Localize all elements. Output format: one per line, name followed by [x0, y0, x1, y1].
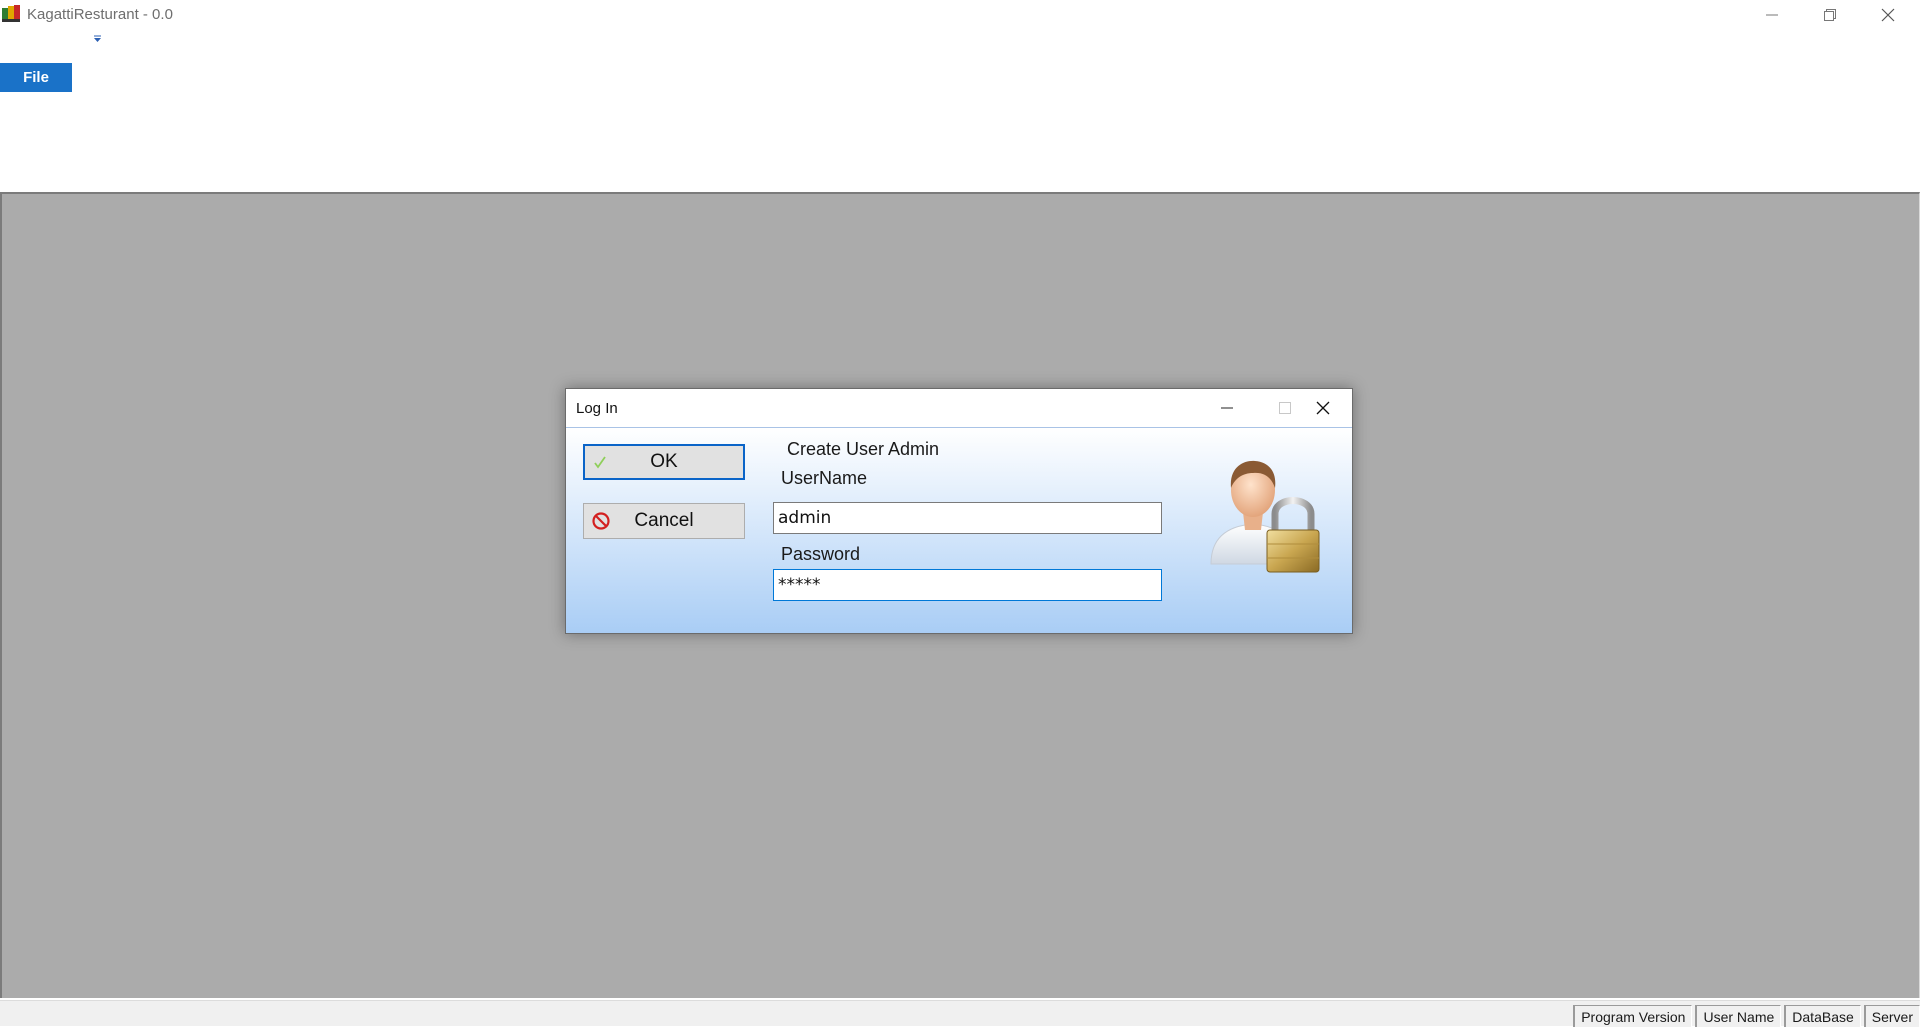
app-titlebar: KagattiResturant - 0.0 — [0, 0, 1920, 30]
dialog-close-button[interactable] — [1294, 389, 1352, 427]
cancel-button[interactable]: Cancel — [583, 503, 745, 539]
app-title: KagattiResturant - 0.0 — [27, 6, 173, 23]
user-lock-icon — [1210, 460, 1320, 573]
dialog-titlebar: Log In — [566, 389, 1352, 428]
password-field[interactable] — [773, 569, 1162, 601]
ok-button[interactable]: OK — [583, 444, 745, 480]
username-label: UserName — [781, 468, 868, 488]
status-program-version: Program Version — [1573, 1005, 1693, 1027]
file-tab[interactable]: File — [0, 63, 72, 92]
checkmark-icon — [592, 454, 608, 470]
close-button[interactable] — [1859, 0, 1917, 30]
ok-button-label: OK — [650, 451, 678, 472]
dialog-heading: Create User Admin — [787, 439, 940, 459]
status-server: Server — [1863, 1005, 1920, 1027]
minimize-icon — [1766, 14, 1778, 16]
status-database: DataBase — [1784, 1005, 1861, 1027]
restore-icon — [1824, 9, 1836, 21]
status-bar: Program Version User Name DataBase Serve… — [0, 1000, 1920, 1027]
maximize-icon — [1279, 402, 1291, 414]
close-icon — [1316, 401, 1330, 415]
password-label: Password — [781, 544, 861, 564]
prohibited-icon — [591, 511, 611, 531]
quick-access-dropdown-icon[interactable] — [94, 35, 102, 43]
minimize-button[interactable] — [1743, 0, 1801, 30]
app-icon — [2, 5, 20, 22]
dialog-title: Log In — [576, 400, 618, 417]
close-icon — [1881, 8, 1895, 22]
ribbon-panel — [0, 92, 1920, 192]
minimize-icon — [1221, 407, 1233, 409]
status-user-name: User Name — [1695, 1005, 1782, 1027]
status-panels: Program Version User Name DataBase Serve… — [1570, 1005, 1920, 1027]
username-field[interactable] — [773, 502, 1162, 534]
restore-button[interactable] — [1801, 0, 1859, 30]
dialog-minimize-button[interactable] — [1198, 389, 1256, 427]
